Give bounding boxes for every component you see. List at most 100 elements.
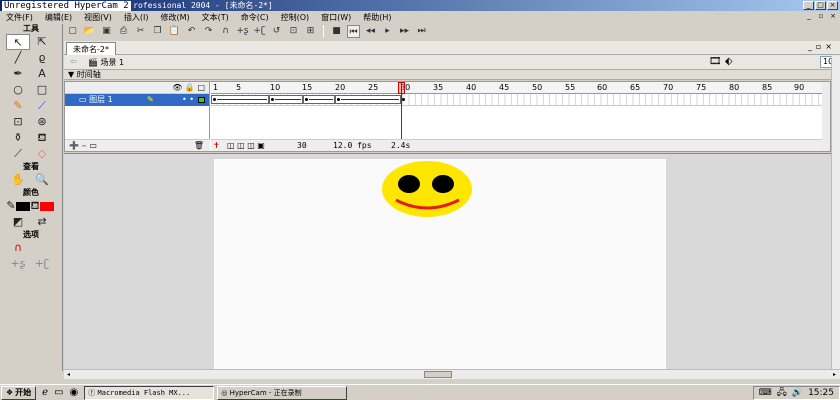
eyedropper-tool-icon[interactable]: ⟋ (6, 146, 30, 162)
scene-label[interactable]: 🎬 场景 1 (88, 57, 124, 68)
layer-row[interactable]: ▭ 图层 1 ✎ • • (65, 94, 209, 106)
left-eye[interactable] (398, 175, 420, 193)
cut-icon[interactable]: ✂ (134, 25, 147, 38)
collapse-triangle-icon[interactable]: ▼ (68, 70, 77, 79)
media-icon[interactable]: ◉ (70, 387, 79, 398)
line-tool-icon[interactable]: ╱ (6, 50, 30, 66)
layer-visibility-icons[interactable]: 👁 🔒 □ (65, 82, 209, 94)
menu-help[interactable]: 帮助(H) (363, 12, 391, 23)
new-icon[interactable]: ▢ (66, 25, 79, 38)
scale-icon[interactable]: ⊡ (287, 25, 300, 38)
free-transform-tool-icon[interactable]: ⊡ (6, 114, 30, 130)
document-tab-controls[interactable]: _▫× (808, 42, 836, 51)
back-arrow-icon[interactable]: ⇦ (70, 57, 77, 66)
undo-icon[interactable]: ↶ (185, 25, 198, 38)
hand-tool-icon[interactable]: ✋ (6, 172, 30, 188)
smooth-icon[interactable]: +ʂ (236, 25, 249, 38)
subselect-tool-icon[interactable]: ⇱ (30, 34, 54, 50)
arrow-tool-icon[interactable]: ↖ (6, 34, 30, 50)
close-button[interactable]: × (827, 1, 838, 10)
scroll-right-icon[interactable]: ▸ (830, 370, 839, 379)
trash-icon[interactable]: 🗑 (194, 140, 204, 152)
fill-color-icon[interactable]: ⛾ (30, 198, 54, 214)
add-guide-icon[interactable]: ⌢ (82, 141, 87, 150)
align-icon[interactable]: ⊞ (304, 25, 317, 38)
go-to-end-icon[interactable]: ⏭ (415, 25, 428, 38)
menu-file[interactable]: 文件(F) (6, 12, 33, 23)
ink-bottle-tool-icon[interactable]: ⚱ (6, 130, 30, 146)
doc-close-icon[interactable]: × (828, 12, 838, 21)
timeline-scrollbar[interactable] (822, 82, 830, 151)
center-frame-icon[interactable]: ✝ (213, 140, 220, 151)
stage-horizontal-scrollbar[interactable]: ◂ ▸ (64, 369, 840, 379)
right-eye[interactable] (432, 175, 454, 193)
task-flash[interactable]: ⓕ Macromedia Flash MX... (84, 385, 215, 400)
redo-icon[interactable]: ↷ (202, 25, 215, 38)
stop-icon[interactable]: ■ (330, 25, 343, 38)
insert-folder-icon[interactable]: ▭ (89, 141, 97, 150)
fill-color-swatch[interactable] (39, 201, 54, 211)
pencil-tool-icon[interactable]: ✎ (6, 98, 30, 114)
ie-icon[interactable]: ℯ (42, 387, 48, 398)
menu-modify[interactable]: 修改(M) (160, 12, 189, 23)
swap-colors-icon[interactable]: ⇄ (30, 214, 54, 230)
paste-icon[interactable]: 📋 (168, 25, 181, 38)
volume-icon[interactable]: 🔊 (792, 388, 803, 398)
timeline-header[interactable]: ▼ 时间轴 (64, 70, 840, 80)
brush-tool-icon[interactable]: ⟋ (30, 98, 54, 114)
play-icon[interactable]: ▸ (381, 25, 394, 38)
edit-scene-icon[interactable]: 🎞 ⬖ (709, 56, 733, 67)
layer-flags[interactable]: • • (182, 94, 205, 106)
text-tool-icon[interactable]: A (30, 66, 54, 82)
copy-icon[interactable]: ❐ (151, 25, 164, 38)
fill-transform-tool-icon[interactable]: ⊛ (30, 114, 54, 130)
onion-skin-icons[interactable]: ◫ ◫ ◫ ▣ (227, 140, 265, 151)
minimize-button[interactable]: _ (803, 1, 814, 10)
step-back-icon[interactable]: ◂◂ (364, 25, 377, 38)
stage-canvas[interactable] (214, 159, 666, 369)
menu-text[interactable]: 文本(T) (202, 12, 229, 23)
doc-restore-icon[interactable]: ▫ (816, 12, 826, 21)
document-tab[interactable]: 未命名-2* (66, 42, 116, 55)
scroll-thumb[interactable] (424, 371, 452, 378)
menu-view[interactable]: 视图(V) (84, 12, 112, 23)
frame-ruler[interactable]: 1 5 10 15 20 25 30 35 40 45 50 55 60 65 … (211, 82, 825, 94)
save-icon[interactable]: ▣ (100, 25, 113, 38)
stroke-color-icon[interactable]: ✎ (6, 198, 30, 214)
frames-area[interactable]: 1 5 10 15 20 25 30 35 40 45 50 55 60 65 … (211, 82, 825, 151)
network-icon[interactable]: 🖧 (777, 385, 787, 400)
snap-magnet-icon[interactable]: ∩ (6, 240, 30, 256)
eraser-tool-icon[interactable]: ◇ (30, 146, 54, 162)
stroke-color-swatch[interactable] (15, 201, 30, 211)
print-icon[interactable]: ⎙ (117, 25, 130, 38)
menu-edit[interactable]: 编辑(E) (45, 12, 72, 23)
menu-window[interactable]: 窗口(W) (321, 12, 351, 23)
outline-color-icon[interactable] (198, 96, 205, 103)
oval-tool-icon[interactable]: ○ (6, 82, 30, 98)
straighten-icon[interactable]: +ʗ (253, 25, 266, 38)
keyframe-dot[interactable] (271, 98, 274, 101)
ime-icon[interactable]: ⌨ (759, 388, 772, 398)
maximize-button[interactable]: □ (815, 1, 826, 10)
step-forward-icon[interactable]: ▸▸ (398, 25, 411, 38)
keyframe-dot[interactable] (337, 98, 340, 101)
scroll-left-icon[interactable]: ◂ (64, 370, 73, 379)
keyframe-dot[interactable] (213, 98, 216, 101)
rectangle-tool-icon[interactable]: □ (30, 82, 54, 98)
keyframe-dot[interactable] (305, 98, 308, 101)
start-button[interactable]: ❖ 开始 (1, 385, 37, 400)
black-white-icon[interactable]: ◩ (6, 214, 30, 230)
snap-icon[interactable]: ∩ (219, 25, 232, 38)
smooth-option-icon[interactable]: +ʂ (6, 256, 30, 272)
open-icon[interactable]: 📂 (83, 25, 96, 38)
paint-bucket-tool-icon[interactable]: ⛾ (30, 130, 54, 146)
menu-control[interactable]: 控制(O) (281, 12, 310, 23)
pen-tool-icon[interactable]: ✒ (6, 66, 30, 82)
rewind-icon[interactable]: ⏮ (347, 24, 360, 38)
stage-area[interactable] (64, 153, 831, 369)
menu-insert[interactable]: 插入(I) (124, 12, 149, 23)
insert-layer-icon[interactable]: ➕ (69, 141, 79, 150)
keyframe-dot[interactable] (402, 98, 405, 101)
menu-commands[interactable]: 命令(C) (241, 12, 269, 23)
doc-minimize-icon[interactable]: _ (804, 12, 814, 21)
